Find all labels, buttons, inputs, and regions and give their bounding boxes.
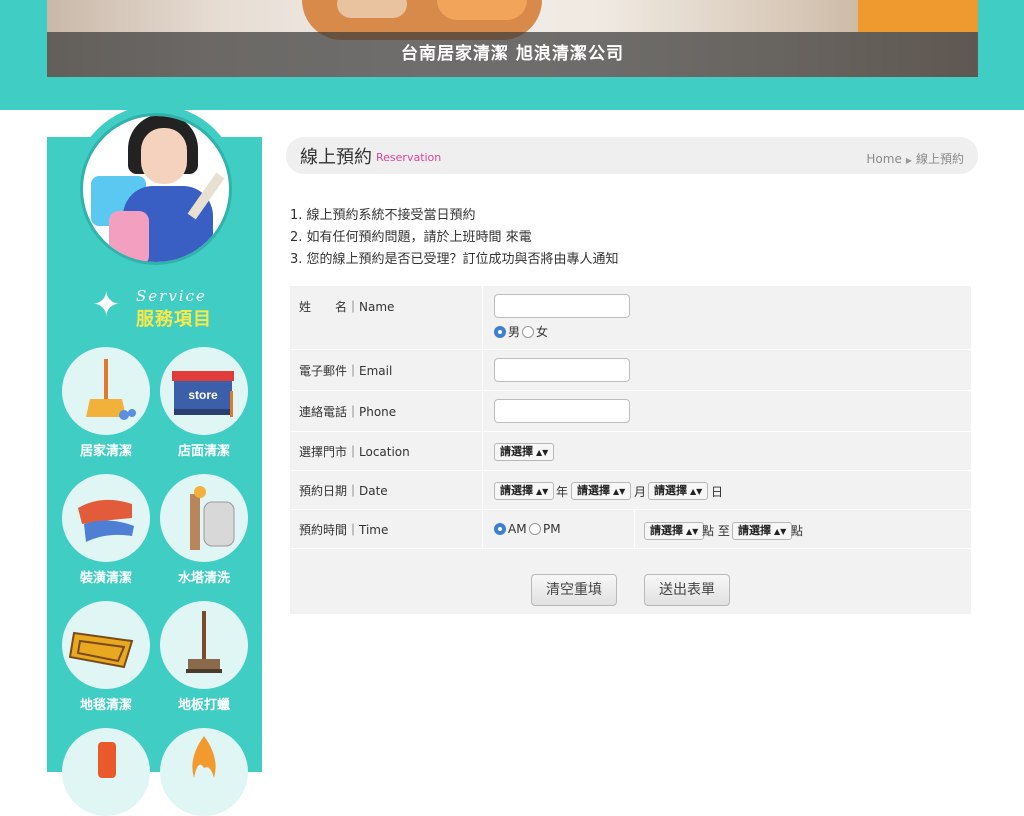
water-tank-icon — [160, 474, 248, 562]
phone-label: 連絡電話｜Phone — [290, 391, 483, 431]
submit-button[interactable]: 送出表單 — [644, 574, 730, 606]
time-from-select[interactable]: 請選擇 ▲▼ — [644, 522, 705, 540]
row-location: 選擇門市｜Location 請選擇 ▲▼ — [290, 432, 971, 471]
radio-selected-icon — [494, 325, 506, 338]
time-label: 預約時間｜Time — [290, 510, 483, 548]
note-item: 1. 線上預約系統不接受當日預約 — [290, 208, 476, 223]
time-to-unit: 點 — [791, 524, 804, 538]
broom-icon — [62, 347, 150, 435]
banner-photo-arm — [437, 0, 527, 20]
radio-selected-icon — [494, 523, 506, 535]
day-unit: 日 — [711, 485, 724, 499]
reset-button[interactable]: 清空重填 — [531, 574, 617, 606]
select-arrows-icon: ▲▼ — [613, 487, 626, 496]
row-email: 電子郵件｜Email — [290, 350, 971, 391]
banner-photo-hands — [337, 0, 407, 18]
banner-caption: 台南居家清潔 旭浪清潔公司 — [47, 32, 978, 77]
name-input[interactable] — [494, 294, 630, 318]
store-icon: store — [160, 347, 248, 435]
banner-photo-accent — [858, 0, 978, 32]
year-select[interactable]: 請選擇 ▲▼ — [494, 482, 555, 500]
gender-female-radio[interactable]: 女 — [522, 323, 548, 340]
month-select[interactable]: 請選擇 ▲▼ — [571, 482, 632, 500]
breadcrumb: Home ▶ 線上預約 — [866, 150, 964, 167]
note-item: 2. 如有任何預約問題，請於上班時間 來電 — [290, 230, 532, 245]
service-item-water-tank[interactable]: 水塔清洗 — [158, 474, 250, 586]
service-item-more-1[interactable] — [60, 728, 152, 816]
pm-radio[interactable]: PM — [529, 522, 561, 536]
broom-icon: ✦ — [92, 285, 121, 325]
gender-male-radio[interactable]: 男 — [494, 323, 520, 340]
svg-text:store: store — [188, 388, 218, 402]
breadcrumb-home[interactable]: Home — [866, 152, 901, 166]
service-heading-zh: 服務項目 — [136, 309, 212, 330]
location-select[interactable]: 請選擇 ▲▼ — [494, 443, 555, 461]
hero-banner: 台南居家清潔 旭浪清潔公司 — [47, 0, 978, 77]
service-heading-en: Service — [136, 287, 207, 305]
breadcrumb-current: 線上預約 — [915, 152, 964, 166]
reservation-form: 姓 名｜Name 男 女 電子郵件｜Email 連絡電話｜Phone 選擇門市｜… — [290, 286, 971, 614]
service-item-carpet[interactable]: 地毯清潔 — [60, 601, 152, 713]
row-actions — [290, 549, 971, 614]
service-heading: ✦ Service 服務項目 — [90, 283, 230, 333]
reservation-notes: 1. 線上預約系統不接受當日預約 2. 如有任何預約問題，請於上班時間 來電 3… — [290, 205, 619, 271]
date-label: 預約日期｜Date — [290, 471, 483, 509]
time-from-unit: 點 至 — [702, 524, 730, 538]
row-phone: 連絡電話｜Phone — [290, 391, 971, 432]
row-date: 預約日期｜Date 請選擇 ▲▼ 年 請選擇 ▲▼ 月 請選擇 ▲▼ 日 — [290, 471, 971, 510]
note-item: 3. 您的線上預約是否已受理？訂位成功與否將由專人通知 — [290, 252, 619, 267]
gloves-icon — [109, 211, 149, 262]
day-select[interactable]: 請選擇 ▲▼ — [648, 482, 709, 500]
service-item-more-2[interactable] — [158, 728, 250, 816]
select-arrows-icon: ▲▼ — [774, 527, 787, 536]
breadcrumb-arrow-icon: ▶ — [905, 156, 912, 165]
row-time: 預約時間｜Time AM PM 請選擇 ▲▼ 點 至 請選擇 ▲▼ 點 — [290, 510, 971, 549]
am-radio[interactable]: AM — [494, 522, 527, 536]
detergent-icon — [62, 728, 150, 816]
email-input[interactable] — [494, 358, 630, 382]
name-label: 姓 名｜Name — [290, 286, 483, 349]
service-item-store[interactable]: store 店面清潔 — [158, 347, 250, 459]
mascot-avatar — [80, 113, 232, 265]
select-arrows-icon: ▲▼ — [536, 487, 549, 496]
page-subtitle: Reservation — [376, 151, 442, 164]
email-label: 電子郵件｜Email — [290, 350, 483, 390]
row-name: 姓 名｜Name 男 女 — [290, 286, 971, 350]
year-unit: 年 — [556, 485, 569, 499]
service-item-renovation[interactable]: 裝潢清潔 — [60, 474, 152, 586]
time-to-select[interactable]: 請選擇 ▲▼ — [732, 522, 793, 540]
select-arrows-icon: ▲▼ — [690, 487, 703, 496]
floor-brush-icon — [160, 601, 248, 689]
select-arrows-icon: ▲▼ — [536, 448, 549, 457]
radio-icon — [529, 523, 541, 535]
month-unit: 月 — [634, 485, 647, 499]
carpet-icon — [62, 601, 150, 689]
service-item-floor-wax[interactable]: 地板打蠟 — [158, 601, 250, 713]
service-item-home[interactable]: 居家清潔 — [60, 347, 152, 459]
page-title-bar: 線上預約 Reservation Home ▶ 線上預約 — [286, 137, 978, 174]
phone-input[interactable] — [494, 399, 630, 423]
location-label: 選擇門市｜Location — [290, 432, 483, 470]
select-arrows-icon: ▲▼ — [686, 527, 699, 536]
radio-icon — [522, 325, 534, 338]
page-title: 線上預約 — [300, 147, 372, 168]
gloves-icon — [62, 474, 150, 562]
fire-icon — [160, 728, 248, 816]
